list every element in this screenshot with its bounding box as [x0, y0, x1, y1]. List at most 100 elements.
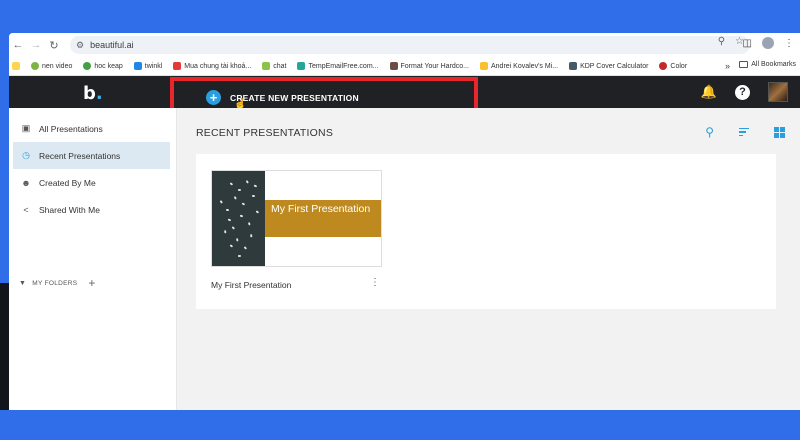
bookmark-icon — [133, 62, 142, 70]
sidebar-item-created-by-me[interactable]: ☻ Created By Me — [13, 169, 170, 196]
desktop-strip — [0, 283, 9, 410]
bookmark-item[interactable]: Format Your Hardco... — [389, 62, 469, 70]
logo-letter: b — [83, 83, 96, 104]
bookmark-item[interactable]: TempEmailFree.com... — [297, 62, 379, 70]
add-folder-icon[interactable]: + — [88, 276, 95, 290]
sort-icon[interactable] — [739, 127, 749, 137]
menu-icon[interactable]: ⋮ — [784, 38, 794, 49]
bookmark-icon — [262, 62, 271, 70]
bookmark-item[interactable]: Color — [659, 62, 687, 70]
petal-decoration — [236, 238, 239, 242]
bookmark-label: chat — [273, 62, 287, 70]
zoom-icon[interactable]: ⚲ — [718, 36, 725, 47]
sidebar-item-all-presentations[interactable]: ▣ All Presentations — [13, 115, 170, 142]
page-title: RECENT PRESENTATIONS — [196, 127, 334, 139]
petal-decoration — [241, 202, 246, 206]
more-options-icon[interactable]: ⋮ — [370, 278, 380, 288]
grid-view-icon[interactable] — [774, 126, 785, 138]
browser-toolbar: ← → ↻ ⚙ beautiful.ai ⚲ ☆ ◫ ⋮ — [9, 33, 800, 57]
view-tools: ⚲ — [705, 125, 785, 139]
petal-decoration — [251, 194, 256, 197]
bookmark-label: Andrei Kovalev's Mi... — [490, 62, 559, 70]
plus-icon: + — [206, 90, 221, 105]
bookmark-icon — [389, 62, 398, 70]
share-icon: < — [23, 204, 29, 215]
petal-decoration — [253, 184, 258, 188]
presentation-thumbnail[interactable]: My First Presentation — [211, 170, 382, 267]
reload-icon[interactable]: ↻ — [45, 36, 63, 54]
presentations-panel: My First Presentation My First Presentat… — [196, 154, 776, 309]
petal-decoration — [248, 222, 251, 226]
app-header: b. + CREATE NEW PRESENTATION ☝ 🔔 ? — [9, 76, 800, 114]
create-new-presentation-button[interactable]: + CREATE NEW PRESENTATION — [206, 90, 359, 105]
bookmark-item[interactable]: chat — [262, 62, 286, 70]
bookmark-apps-icon[interactable] — [12, 62, 20, 70]
petal-decoration — [255, 210, 260, 214]
sidebar-item-label: All Presentations — [39, 123, 103, 134]
bookmark-label: Color — [670, 62, 688, 70]
clock-icon: ◷ — [22, 150, 30, 160]
profile-avatar[interactable] — [762, 37, 774, 49]
petal-decoration — [246, 180, 249, 184]
help-icon[interactable]: ? — [735, 84, 750, 100]
bookmark-item[interactable]: twinkl — [133, 62, 162, 70]
bookmark-icon — [173, 62, 182, 70]
beautiful-ai-logo[interactable]: b. — [83, 83, 103, 104]
bookmark-item[interactable]: hoc keap — [83, 62, 123, 70]
thumbnail-title: My First Presentation — [271, 203, 371, 215]
bookmark-label: KDP Cover Calculator — [580, 62, 649, 70]
bookmark-label: hoc keap — [94, 62, 123, 70]
petal-decoration — [220, 200, 223, 204]
back-icon[interactable]: ← — [9, 36, 27, 54]
bookmark-icon — [569, 62, 578, 70]
petal-decoration — [229, 182, 234, 186]
petal-decoration — [234, 196, 237, 200]
sidebar-item-label: Created By Me — [39, 177, 96, 188]
bookmark-label: TempEmailFree.com... — [308, 62, 379, 70]
bookmark-icon — [297, 62, 306, 70]
sidebar-item-recent-presentations[interactable]: ◷ Recent Presentations — [13, 142, 170, 169]
bookmark-item[interactable]: Mua chung tài khoả... — [173, 62, 251, 70]
presentation-name[interactable]: My First Presentation — [211, 280, 291, 290]
bookmarks-bar: nen video hoc keap twinkl Mua chung tài … — [9, 57, 800, 76]
bookmarks-overflow-icon[interactable]: » — [725, 61, 730, 71]
thumbnail-image — [212, 171, 265, 266]
user-avatar[interactable] — [768, 82, 788, 102]
petal-decoration — [227, 218, 232, 222]
sidebar-item-label: Recent Presentations — [39, 150, 121, 161]
collapse-triangle-icon[interactable]: ▼ — [19, 280, 26, 287]
url-text: beautiful.ai — [90, 40, 134, 50]
sidebar-item-shared-with-me[interactable]: < Shared With Me — [13, 196, 170, 223]
petal-decoration — [224, 230, 227, 234]
petal-decoration — [229, 244, 234, 248]
site-info-icon[interactable]: ⚙ — [76, 40, 84, 51]
logo-dot: . — [95, 83, 103, 104]
petal-decoration — [239, 214, 244, 217]
bookmark-label: Format Your Hardco... — [400, 62, 469, 70]
search-icon[interactable]: ⚲ — [705, 125, 714, 139]
address-bar[interactable]: ⚙ beautiful.ai — [70, 36, 750, 54]
bookmark-icon — [83, 62, 92, 70]
bookmark-item[interactable]: KDP Cover Calculator — [569, 62, 648, 70]
bell-icon[interactable]: 🔔 — [701, 84, 717, 100]
bookmark-label: Mua chung tài khoả... — [184, 62, 252, 70]
browser-window: ← → ↻ ⚙ beautiful.ai ⚲ ☆ ◫ ⋮ nen video h… — [9, 33, 800, 410]
all-bookmarks-button[interactable]: All Bookmarks — [739, 61, 796, 68]
bookmark-item[interactable]: Andrei Kovalev's Mi... — [479, 62, 559, 70]
petal-decoration — [237, 188, 242, 191]
grid-box-icon: ▣ — [21, 123, 31, 133]
thumbnail-title-band: My First Presentation — [265, 200, 381, 237]
petal-decoration — [250, 234, 253, 238]
petal-decoration — [225, 208, 230, 211]
bookmark-item[interactable]: nen video — [31, 62, 72, 70]
sidepanel-icon[interactable]: ◫ — [743, 38, 752, 49]
bookmark-icon — [659, 62, 668, 70]
petal-decoration — [231, 226, 236, 230]
sidebar-item-label: Shared With Me — [39, 204, 100, 215]
all-bookmarks-label: All Bookmarks — [751, 61, 796, 68]
petal-decoration — [243, 246, 248, 250]
bookmark-icon — [31, 62, 39, 70]
bookmark-icon — [479, 62, 488, 70]
browser-actions: ◫ ⋮ — [743, 37, 794, 49]
forward-icon[interactable]: → — [27, 36, 45, 54]
